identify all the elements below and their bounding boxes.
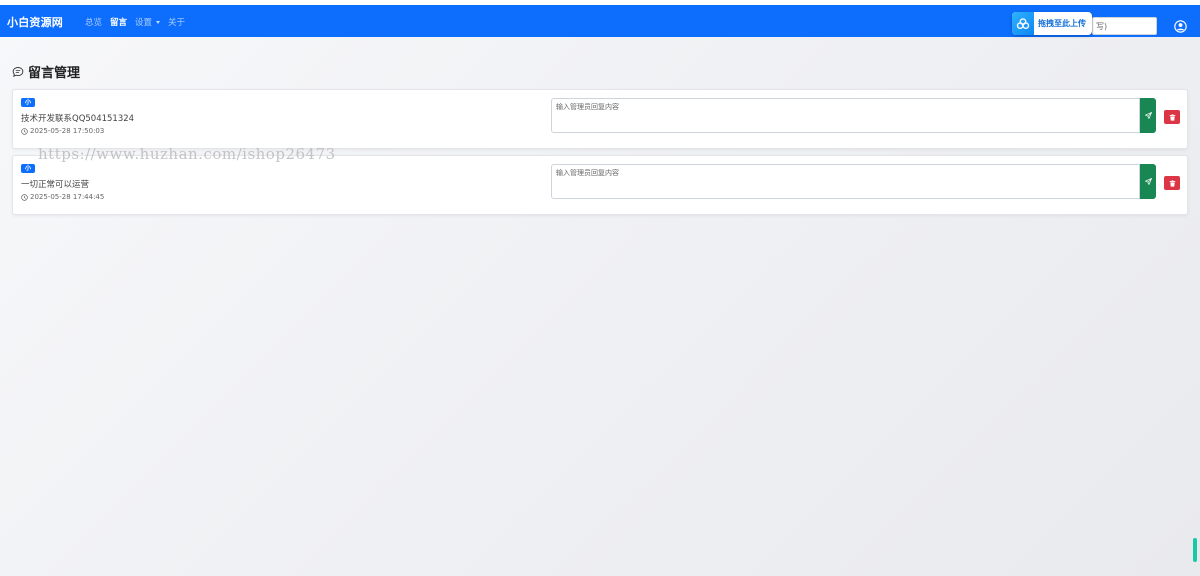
- reply-input[interactable]: [551, 98, 1140, 133]
- user-circle-icon[interactable]: [1174, 20, 1187, 33]
- send-reply-button[interactable]: [1140, 164, 1156, 199]
- trash-icon: [1169, 113, 1175, 121]
- cloud-upload-icon: [1012, 12, 1034, 35]
- brand-logo[interactable]: 小白资源网: [7, 14, 63, 30]
- search-input[interactable]: [1092, 17, 1157, 35]
- drag-upload-widget[interactable]: 拖拽至此上传: [1012, 12, 1092, 35]
- user-badge: 小: [21, 164, 35, 173]
- message-card: 小 一切正常可以运营 2025-05-28 17:44:45: [12, 155, 1188, 215]
- delete-message-button[interactable]: [1164, 176, 1180, 190]
- clock-icon: [21, 193, 28, 201]
- user-badge: 小: [21, 98, 35, 107]
- caret-down-icon: [156, 20, 161, 24]
- upload-label: 拖拽至此上传: [1038, 19, 1086, 28]
- reply-input[interactable]: [551, 164, 1140, 199]
- page-title: 留言管理: [12, 62, 80, 81]
- main-nav: 总览 留言 设置 关于: [85, 16, 185, 28]
- nav-item-overview[interactable]: 总览: [85, 16, 102, 28]
- nav-item-about[interactable]: 关于: [168, 16, 185, 28]
- trash-icon: [1169, 179, 1175, 187]
- clock-icon: [21, 127, 28, 135]
- message-content: 技术开发联系QQ504151324: [21, 114, 135, 124]
- nav-item-messages[interactable]: 留言: [110, 16, 127, 28]
- message-card: 小 技术开发联系QQ504151324 2025-05-28 17:50:03: [12, 89, 1188, 149]
- scroll-handle[interactable]: [1193, 538, 1197, 562]
- delete-message-button[interactable]: [1164, 110, 1180, 124]
- message-time: 2025-05-28 17:50:03: [21, 127, 104, 135]
- send-reply-button[interactable]: [1140, 98, 1156, 133]
- message-content: 一切正常可以运营: [21, 180, 90, 190]
- chat-bubble-icon: [12, 66, 24, 77]
- send-icon: [1144, 112, 1152, 119]
- watermark: https://www.huzhan.com/ishop26473: [38, 145, 336, 163]
- send-icon: [1144, 178, 1152, 185]
- message-time: 2025-05-28 17:44:45: [21, 193, 104, 201]
- nav-item-settings[interactable]: 设置: [135, 16, 161, 28]
